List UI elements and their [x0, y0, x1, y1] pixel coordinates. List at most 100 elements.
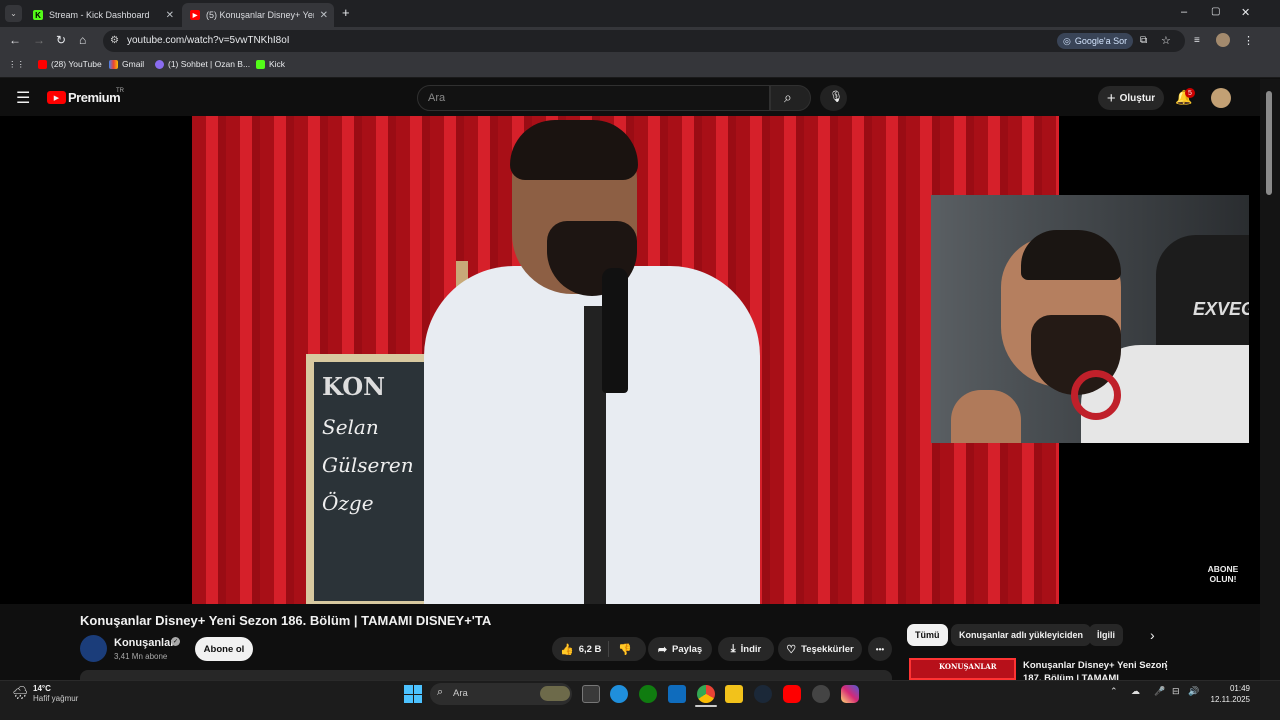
- chevron-right-icon[interactable]: ›: [1150, 627, 1155, 643]
- bookmark-sohbet[interactable]: (1) Sohbet | Ozan B...: [155, 59, 250, 69]
- edge-icon[interactable]: [610, 685, 628, 703]
- google-sor-button[interactable]: ◎ Google'a Sor: [1057, 33, 1134, 49]
- chat-icon: [155, 59, 164, 69]
- thanks-heart-icon: ♡: [786, 643, 797, 656]
- close-tab-icon[interactable]: ✕: [320, 10, 328, 21]
- page-scrollbar[interactable]: [1260, 79, 1280, 680]
- microphone: [602, 268, 628, 393]
- hamburger-menu-icon[interactable]: ☰: [16, 88, 30, 108]
- youtube-icon: ▶: [190, 10, 200, 20]
- menu-kebab-icon[interactable]: ⋮: [1243, 34, 1254, 47]
- new-tab-button[interactable]: +: [342, 5, 350, 20]
- temperature[interactable]: 14°C: [33, 684, 51, 693]
- install-icon[interactable]: ⧉: [1140, 35, 1147, 46]
- xbox-icon[interactable]: [639, 685, 657, 703]
- taskbar-search-icon: ⌕: [437, 686, 444, 698]
- youtube-premium-logo[interactable]: Premium: [68, 90, 121, 105]
- youtube-logo-icon[interactable]: ▶: [47, 91, 66, 104]
- task-view-icon[interactable]: [582, 685, 600, 703]
- notification-badge: 5: [1185, 88, 1195, 98]
- windows-start-icon[interactable]: [404, 685, 422, 703]
- lens-icon: ◎: [1063, 35, 1071, 46]
- search-input[interactable]: Ara: [417, 85, 770, 111]
- scrollbar-thumb[interactable]: [1266, 91, 1272, 195]
- share-button[interactable]: ➦ Paylaş: [648, 637, 712, 661]
- chip-related[interactable]: İlgili: [1089, 624, 1123, 646]
- forward-icon[interactable]: →: [33, 33, 45, 47]
- cloud-icon[interactable]: ☁: [1131, 686, 1140, 697]
- volume-icon[interactable]: 🔊: [1188, 686, 1199, 697]
- chrome-icon[interactable]: [697, 685, 715, 703]
- steam-icon[interactable]: [754, 685, 772, 703]
- youtube-app-icon[interactable]: [783, 685, 801, 703]
- microphone-icon: 🎙: [829, 91, 843, 103]
- instagram-icon[interactable]: [841, 685, 859, 703]
- channel-name[interactable]: Konuşanlar: [114, 637, 175, 649]
- mail-icon[interactable]: [668, 685, 686, 703]
- reload-icon[interactable]: ↻: [56, 33, 66, 47]
- voice-search-button[interactable]: 🎙: [820, 85, 847, 111]
- app-icon[interactable]: [812, 685, 830, 703]
- download-button[interactable]: ⤓ İndir: [718, 637, 774, 661]
- back-icon[interactable]: ←: [9, 33, 21, 47]
- headphones: [1071, 370, 1121, 420]
- tray-chevron-icon[interactable]: ⌃: [1110, 686, 1118, 697]
- streamer-hand: [951, 390, 1021, 443]
- like-dislike-group: 👍 6,2 B 👎: [552, 637, 646, 661]
- weather-description[interactable]: Hafif yağmur: [33, 694, 78, 703]
- blackboard: KON Selan Gülseren Özge: [306, 354, 434, 604]
- chip-from-uploader[interactable]: Konuşanlar adlı yükleyiciden: [951, 624, 1092, 646]
- abone-olun-watermark[interactable]: ABONE OLUN!: [1206, 564, 1240, 584]
- kick-icon: [256, 59, 265, 69]
- recommended-menu-icon[interactable]: ⋮: [1161, 659, 1172, 672]
- like-count[interactable]: 6,2 B: [579, 644, 602, 655]
- bookmark-kick[interactable]: Kick: [256, 59, 285, 69]
- weather-rain-icon[interactable]: 🌧: [12, 685, 30, 701]
- tab-search-icon[interactable]: ⌄: [5, 5, 22, 22]
- streamer-webcam: EXVEGA: [931, 195, 1249, 443]
- file-explorer-icon[interactable]: [725, 685, 743, 703]
- close-window-button[interactable]: ✕: [1241, 6, 1250, 19]
- tab-youtube-video[interactable]: ▶ (5) Konuşanlar Disney+ Yeni Se ✕: [182, 3, 334, 27]
- region-label: TR: [116, 88, 124, 94]
- search-highlight-icon[interactable]: [540, 686, 570, 701]
- channel-avatar[interactable]: [80, 635, 107, 662]
- media-icon[interactable]: ≡: [1194, 35, 1200, 46]
- account-avatar[interactable]: [1211, 88, 1231, 108]
- profile-avatar[interactable]: [1216, 33, 1230, 47]
- comedian-hair: [510, 120, 638, 180]
- like-icon[interactable]: 👍: [560, 643, 574, 656]
- network-icon[interactable]: ⊟: [1172, 686, 1180, 697]
- video-title: Konuşanlar Disney+ Yeni Sezon 186. Bölüm…: [80, 613, 492, 628]
- youtube-icon: [38, 59, 47, 69]
- more-actions-button[interactable]: •••: [868, 637, 892, 661]
- site-info-icon[interactable]: ⚙: [110, 35, 119, 46]
- bookmark-youtube[interactable]: (28) YouTube: [38, 59, 102, 69]
- chip-all[interactable]: Tümü: [907, 624, 948, 646]
- apps-grid-icon[interactable]: ⋮⋮: [8, 59, 25, 70]
- download-icon: ⤓: [730, 642, 736, 655]
- home-icon[interactable]: ⌂: [79, 33, 86, 47]
- bookmark-star-icon[interactable]: ☆: [1161, 34, 1171, 47]
- like-divider: [608, 641, 609, 657]
- verified-icon: ✓: [171, 637, 180, 646]
- search-button[interactable]: ⌕: [770, 85, 811, 111]
- share-icon: ➦: [657, 643, 668, 656]
- tab-kick-dashboard[interactable]: K Stream - Kick Dashboard ✕: [25, 3, 180, 27]
- clock[interactable]: 01:49 12.11.2025: [1208, 683, 1250, 705]
- minimize-button[interactable]: –: [1181, 6, 1187, 18]
- video-frame[interactable]: KON Selan Gülseren Özge ABONE OLUN!: [192, 116, 1059, 604]
- thanks-button[interactable]: ♡ Teşekkürler: [778, 637, 862, 661]
- windows-taskbar: [0, 680, 1280, 720]
- close-tab-icon[interactable]: ✕: [166, 10, 174, 21]
- subscribe-button[interactable]: Abone ol: [195, 637, 253, 661]
- recommended-video-title[interactable]: Konuşanlar Disney+ Yeni Sezon 187. Bölüm…: [1023, 659, 1167, 680]
- dislike-icon[interactable]: 👎: [618, 643, 632, 656]
- microphone-tray-icon[interactable]: 🎤: [1154, 686, 1165, 697]
- search-icon: ⌕: [784, 89, 792, 105]
- description-box[interactable]: [80, 670, 892, 680]
- create-button[interactable]: + Oluştur: [1098, 86, 1164, 110]
- bookmark-gmail[interactable]: Gmail: [109, 59, 144, 69]
- maximize-button[interactable]: ▢: [1211, 6, 1220, 17]
- recommended-thumbnail[interactable]: KONUŞANLAR: [909, 658, 1016, 680]
